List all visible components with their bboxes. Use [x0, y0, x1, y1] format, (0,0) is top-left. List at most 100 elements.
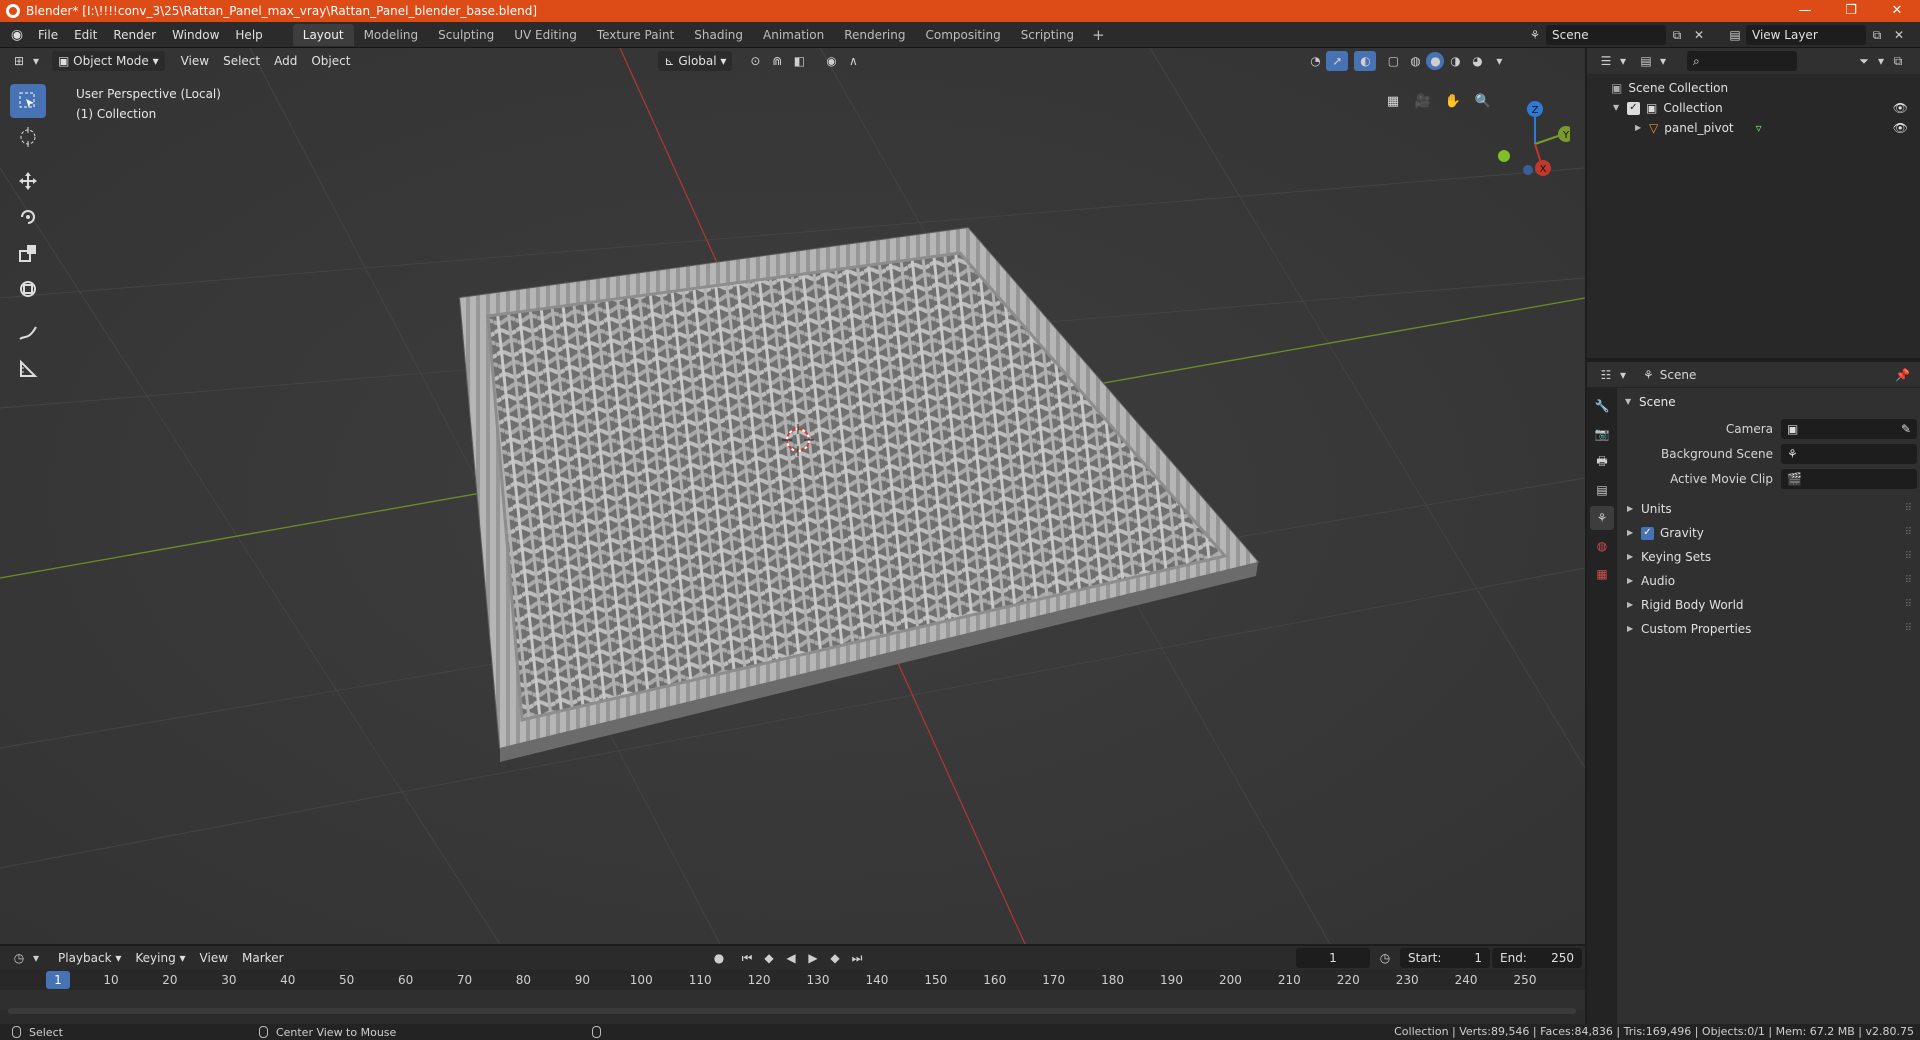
tab-texture[interactable]: ▦: [1590, 562, 1614, 586]
play-reverse-icon[interactable]: ◀: [780, 948, 802, 968]
tab-layout[interactable]: Layout: [292, 23, 354, 46]
scale-tool[interactable]: [10, 236, 46, 270]
3d-viewport[interactable]: ⊞ ▾ ▣ Object Mode ▾ View Select Add Obje…: [0, 48, 1585, 944]
solid-shading-icon[interactable]: ●: [1426, 52, 1445, 70]
delete-view-layer-icon[interactable]: ✕: [1888, 25, 1910, 45]
overlay-toggle-icon[interactable]: ◐: [1354, 51, 1377, 71]
timeline-scrollbar[interactable]: [8, 1008, 1576, 1014]
snap-target-icon[interactable]: ◧: [788, 51, 810, 71]
current-frame-indicator[interactable]: 1: [46, 971, 70, 989]
menu-help[interactable]: Help: [227, 22, 270, 48]
timeline-menu-playback[interactable]: Playback ▾: [52, 948, 127, 968]
shading-options-icon[interactable]: ▾: [1488, 51, 1510, 71]
mesh-data-icon[interactable]: ▿: [1756, 118, 1762, 138]
scene-name-field[interactable]: Scene: [1546, 25, 1666, 45]
camera-view-icon[interactable]: 🎥: [1410, 88, 1436, 114]
scene-icon[interactable]: ⚘: [1524, 25, 1546, 45]
menu-render[interactable]: Render: [105, 22, 164, 48]
rotate-tool[interactable]: [10, 200, 46, 234]
audio-panel[interactable]: ▶ Audio ⠿: [1619, 569, 1918, 593]
outliner-scene-collection[interactable]: ▣ Scene Collection: [1587, 78, 1920, 98]
new-view-layer-icon[interactable]: ⧉: [1866, 25, 1888, 45]
viewport-menu-view[interactable]: View: [175, 51, 215, 71]
start-frame-field[interactable]: Start: 1: [1400, 948, 1490, 968]
pivot-point-icon[interactable]: ⊙: [744, 51, 766, 71]
timeline-menu-marker[interactable]: Marker: [236, 948, 289, 968]
gravity-checkbox[interactable]: ✓: [1641, 526, 1654, 540]
menu-file[interactable]: File: [30, 22, 66, 48]
drag-handle-icon[interactable]: ⠿: [1905, 593, 1912, 617]
timeline-editor-type-icon[interactable]: ◷: [8, 948, 30, 968]
jump-start-icon[interactable]: ⏮: [736, 948, 758, 968]
annotate-tool[interactable]: [10, 316, 46, 350]
blender-menu-icon[interactable]: ◉: [4, 22, 30, 48]
mode-selector[interactable]: ▣ Object Mode ▾: [52, 51, 165, 71]
filter-icon[interactable]: ⏷: [1853, 51, 1875, 71]
jump-end-icon[interactable]: ⏭: [846, 948, 868, 968]
minimize-button[interactable]: —: [1782, 0, 1828, 22]
view-layer-field[interactable]: View Layer: [1746, 25, 1866, 45]
visibility-eye-icon[interactable]: 👁: [1893, 98, 1908, 118]
timeline-menu-view[interactable]: View: [194, 948, 234, 968]
tab-scene[interactable]: ⚘: [1590, 506, 1614, 530]
tab-output[interactable]: 🖶: [1590, 450, 1614, 474]
timeline-menu-keying[interactable]: Keying ▾: [129, 948, 191, 968]
select-box-tool[interactable]: [10, 84, 46, 118]
visibility-icon[interactable]: ◔: [1304, 51, 1326, 71]
tab-rendering[interactable]: Rendering: [834, 24, 915, 46]
current-frame-field[interactable]: 1: [1296, 948, 1370, 968]
proportional-edit-icon[interactable]: ◉: [820, 51, 842, 71]
tab-world[interactable]: ◍: [1590, 534, 1614, 558]
snap-icon[interactable]: ⋒: [766, 51, 788, 71]
xray-toggle-icon[interactable]: ▢: [1382, 51, 1404, 71]
tab-texture-paint[interactable]: Texture Paint: [587, 24, 684, 46]
cursor-tool[interactable]: [10, 120, 46, 154]
eyedropper-icon[interactable]: ✎: [1901, 422, 1911, 436]
tab-shading[interactable]: Shading: [684, 24, 753, 46]
delete-scene-icon[interactable]: ✕: [1688, 25, 1710, 45]
toggle-grid-icon[interactable]: ▦: [1380, 88, 1406, 114]
rendered-shading-icon[interactable]: ◕: [1466, 51, 1488, 71]
gizmo-neg-y-axis[interactable]: [1498, 150, 1510, 162]
tab-render[interactable]: 📷: [1590, 422, 1614, 446]
tab-modeling[interactable]: Modeling: [354, 24, 429, 46]
tab-uv-editing[interactable]: UV Editing: [504, 24, 587, 46]
view-layer-icon[interactable]: ▤: [1724, 25, 1746, 45]
drag-handle-icon[interactable]: ⠿: [1905, 617, 1912, 641]
display-mode-icon[interactable]: ▤: [1635, 51, 1657, 71]
timeline-track[interactable]: [0, 990, 1585, 1010]
chevron-down-icon[interactable]: ▾: [1617, 51, 1629, 71]
chevron-down-icon[interactable]: ▾: [1875, 51, 1887, 71]
gizmo-toggle-icon[interactable]: ➚: [1326, 51, 1349, 71]
background-scene-field[interactable]: ⚘: [1781, 443, 1917, 464]
drag-handle-icon[interactable]: ⠿: [1905, 521, 1912, 545]
chevron-down-icon[interactable]: ▾: [30, 51, 42, 71]
preview-range-icon[interactable]: ◷: [1374, 948, 1396, 968]
transform-orientation-selector[interactable]: ⊾ Global ▾: [658, 51, 733, 71]
viewport-menu-select[interactable]: Select: [217, 51, 266, 71]
tab-scripting[interactable]: Scripting: [1011, 24, 1084, 46]
chevron-down-icon[interactable]: ▾: [1657, 51, 1669, 71]
active-movie-clip-field[interactable]: 🎬: [1781, 468, 1917, 489]
tab-tool[interactable]: 🔧: [1590, 394, 1614, 418]
close-button[interactable]: ✕: [1874, 0, 1920, 22]
pin-icon[interactable]: 📌: [1895, 368, 1910, 382]
jump-keyframe-back-icon[interactable]: ◆: [758, 948, 780, 968]
timeline-ruler[interactable]: 1 10 20 30 40 50 60 70 80 90 100 110 120 130 140 150 160…: [0, 970, 1585, 990]
outliner-collection[interactable]: ▼ ✓ ▣ Collection 👁: [1587, 98, 1920, 118]
gravity-panel[interactable]: ▶ ✓ Gravity ⠿: [1619, 521, 1918, 545]
viewport-menu-add[interactable]: Add: [268, 51, 303, 71]
editor-type-icon[interactable]: ⊞: [8, 51, 30, 71]
properties-editor-type-icon[interactable]: ☷: [1595, 365, 1617, 385]
units-panel[interactable]: ▶ Units ⠿: [1619, 497, 1918, 521]
outliner-object-panel-pivot[interactable]: ▶ ▽ panel_pivot ▿ 👁: [1587, 118, 1920, 138]
chevron-down-icon[interactable]: ▾: [30, 948, 42, 968]
measure-tool[interactable]: [10, 352, 46, 386]
menu-window[interactable]: Window: [164, 22, 227, 48]
outliner-search-input[interactable]: ⌕: [1687, 51, 1797, 71]
tab-sculpting[interactable]: Sculpting: [428, 24, 504, 46]
falloff-icon[interactable]: ∧: [842, 51, 864, 71]
viewport-menu-object[interactable]: Object: [305, 51, 356, 71]
drag-handle-icon[interactable]: ⠿: [1905, 569, 1912, 593]
play-icon[interactable]: ▶: [802, 948, 824, 968]
